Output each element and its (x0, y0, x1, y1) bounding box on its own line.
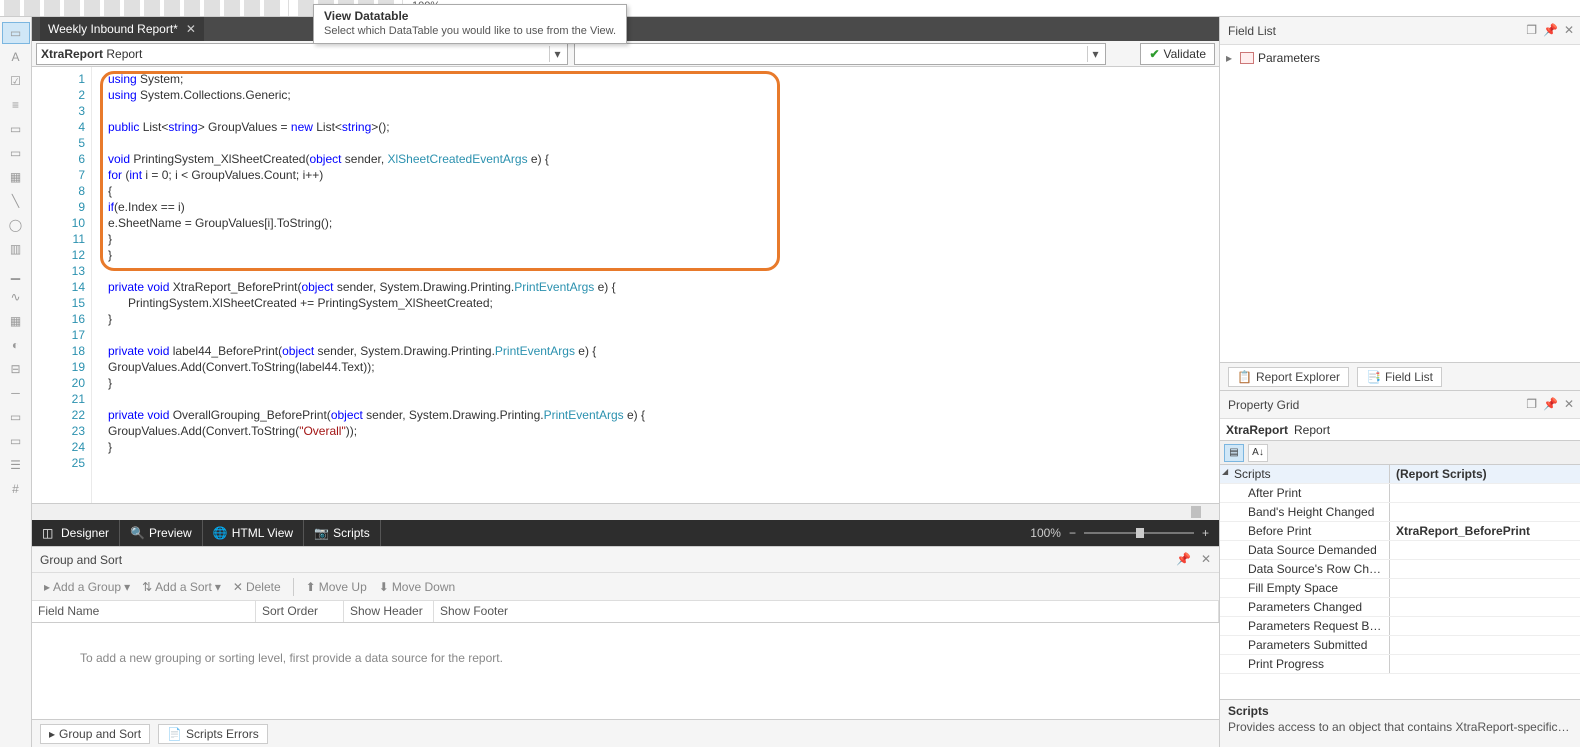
table-tool[interactable]: ▦ (2, 166, 30, 188)
group-sort-tab[interactable]: ▸ Group and Sort (40, 724, 150, 744)
group-sort-panel: Group and Sort 📌 ✕ ▸ Add a Group ▾ ⇅ Add… (32, 546, 1219, 747)
left-toolbox: ▭ A ☑ ≡ ▭ ▭ ▦ ╲ ◯ ▥ ▁ ∿ ▦ ◐ ⊟ ─ ▭ ▭ ☰ # (0, 17, 32, 747)
property-row[interactable]: Data Source's Row Cha... (1220, 560, 1580, 579)
report-explorer-tab[interactable]: 📋 Report Explorer (1228, 367, 1349, 387)
window-icon[interactable]: ❐ (1526, 397, 1537, 411)
top-toolbar: 100% (0, 0, 1580, 17)
event-combo[interactable]: ▾ (574, 43, 1106, 65)
alphabetical-button[interactable]: A↓ (1248, 444, 1268, 462)
designer-tab[interactable]: ◫Designer (32, 520, 120, 546)
add-sort-button[interactable]: ⇅ Add a Sort ▾ (138, 580, 225, 594)
panel-title: Group and Sort (40, 553, 122, 567)
subreport-tool[interactable]: ▭ (2, 430, 30, 452)
field-list-tree[interactable]: ▸ Parameters (1220, 45, 1580, 363)
code-editor[interactable]: 1234567891011121314151617181920212223242… (32, 67, 1219, 503)
label-tool[interactable]: A (2, 46, 30, 68)
close-icon[interactable]: ✕ (186, 22, 196, 36)
move-up-button[interactable]: ⬆ Move Up (302, 580, 371, 594)
code-area[interactable]: using System;using System.Collections.Ge… (92, 67, 1219, 503)
line-tool[interactable]: ╲ (2, 190, 30, 212)
picturebox-tool[interactable]: ▭ (2, 118, 30, 140)
line-gutter: 1234567891011121314151617181920212223242… (32, 67, 92, 503)
expand-icon[interactable]: ▸ (1226, 51, 1236, 65)
property-row[interactable]: Scripts(Report Scripts) (1220, 465, 1580, 484)
field-list-title: Field List ❐📌✕ (1220, 17, 1580, 45)
parameters-icon (1240, 52, 1254, 64)
chart-tool[interactable]: ▁ (2, 262, 30, 284)
document-tab[interactable]: Weekly Inbound Report* ✕ (40, 17, 204, 41)
script-combo-row: XtraReport Report ▾ ▾ ✔ Validate (32, 41, 1219, 67)
check-icon: ✔ (1149, 47, 1159, 61)
zipcode-tool[interactable]: ⊟ (2, 358, 30, 380)
tooltip-title: View Datatable (324, 9, 616, 23)
property-grid-rows[interactable]: Scripts(Report Scripts)After PrintBand's… (1220, 465, 1580, 699)
htmlview-tab[interactable]: 🌐HTML View (203, 520, 304, 546)
close-icon[interactable]: ✕ (1564, 397, 1574, 411)
property-row[interactable]: Parameters Changed (1220, 598, 1580, 617)
categorized-button[interactable]: ▤ (1224, 444, 1244, 462)
preview-tab[interactable]: 🔍Preview (120, 520, 203, 546)
richtext-tool[interactable]: ≡ (2, 94, 30, 116)
pin-icon[interactable]: 📌 (1176, 552, 1191, 566)
property-row[interactable]: Parameters Submitted (1220, 636, 1580, 655)
property-row[interactable]: Print Progress (1220, 655, 1580, 674)
object-combo[interactable]: XtraReport Report ▾ (36, 43, 568, 65)
html-icon: 🌐 (213, 526, 227, 540)
preview-icon: 🔍 (130, 526, 144, 540)
property-row[interactable]: Parameters Request Be... (1220, 617, 1580, 636)
property-row[interactable]: Data Source Demanded (1220, 541, 1580, 560)
pointer-tool[interactable]: ▭ (2, 22, 30, 44)
pin-icon[interactable]: 📌 (1543, 397, 1558, 411)
validate-button[interactable]: ✔ Validate (1140, 43, 1215, 65)
chevron-down-icon[interactable]: ▾ (1087, 46, 1103, 62)
delete-button[interactable]: ✕ Delete (229, 580, 285, 594)
scripts-errors-tab[interactable]: 📄 Scripts Errors (158, 724, 268, 744)
horizontal-scrollbar[interactable] (32, 503, 1219, 520)
scripts-icon: 📷 (314, 526, 328, 540)
property-description: Scripts Provides access to an object tha… (1220, 699, 1580, 747)
property-grid-object[interactable]: XtraReport Report (1220, 419, 1580, 441)
pin-icon[interactable]: 📌 (1543, 23, 1558, 37)
tooltip-body: Select which DataTable you would like to… (324, 25, 616, 37)
close-icon[interactable]: ✕ (1201, 552, 1211, 566)
pivot-tool[interactable]: ▦ (2, 310, 30, 332)
pagebreak-tool[interactable]: ─ (2, 382, 30, 404)
zoom-out-icon[interactable]: − (1069, 526, 1076, 540)
property-row[interactable]: Before PrintXtraReport_BeforePrint (1220, 522, 1580, 541)
window-icon[interactable]: ❐ (1526, 23, 1537, 37)
gauge-tool[interactable]: ◐ (2, 334, 30, 356)
datatable-tooltip: View Datatable Select which DataTable yo… (313, 4, 627, 44)
close-icon[interactable]: ✕ (1564, 23, 1574, 37)
field-list-tab[interactable]: 📑 Field List (1357, 367, 1442, 387)
property-row[interactable]: Band's Height Changed (1220, 503, 1580, 522)
tree-node-parameters[interactable]: ▸ Parameters (1226, 51, 1574, 65)
checkbox-tool[interactable]: ☑ (2, 70, 30, 92)
zoom-label: 100% (1030, 526, 1061, 540)
property-row[interactable]: Fill Empty Space (1220, 579, 1580, 598)
property-row[interactable]: After Print (1220, 484, 1580, 503)
toc-tool[interactable]: ☰ (2, 454, 30, 476)
zoom-in-icon[interactable]: + (1202, 526, 1209, 540)
panel-tool[interactable]: ▭ (2, 142, 30, 164)
move-down-button[interactable]: ⬇ Move Down (375, 580, 459, 594)
zoom-slider[interactable] (1084, 532, 1194, 534)
document-tab-title: Weekly Inbound Report* (48, 22, 178, 36)
group-sort-columns: Field Name Sort Order Show Header Show F… (32, 601, 1219, 623)
group-sort-empty: To add a new grouping or sorting level, … (32, 623, 1219, 719)
scripts-tab[interactable]: 📷Scripts (304, 520, 381, 546)
add-group-button[interactable]: ▸ Add a Group ▾ (40, 580, 134, 594)
designer-icon: ◫ (42, 526, 56, 540)
shape-tool[interactable]: ◯ (2, 214, 30, 236)
pageinfo-tool[interactable]: # (2, 478, 30, 500)
view-tabbar: ◫Designer 🔍Preview 🌐HTML View 📷Scripts 1… (32, 520, 1219, 546)
barcode-tool[interactable]: ▥ (2, 238, 30, 260)
sparkline-tool[interactable]: ∿ (2, 286, 30, 308)
property-grid-panel: Property Grid ❐📌✕ XtraReport Report ▤ A↓… (1220, 391, 1580, 747)
chevron-down-icon[interactable]: ▾ (549, 46, 565, 62)
crossband-tool[interactable]: ▭ (2, 406, 30, 428)
